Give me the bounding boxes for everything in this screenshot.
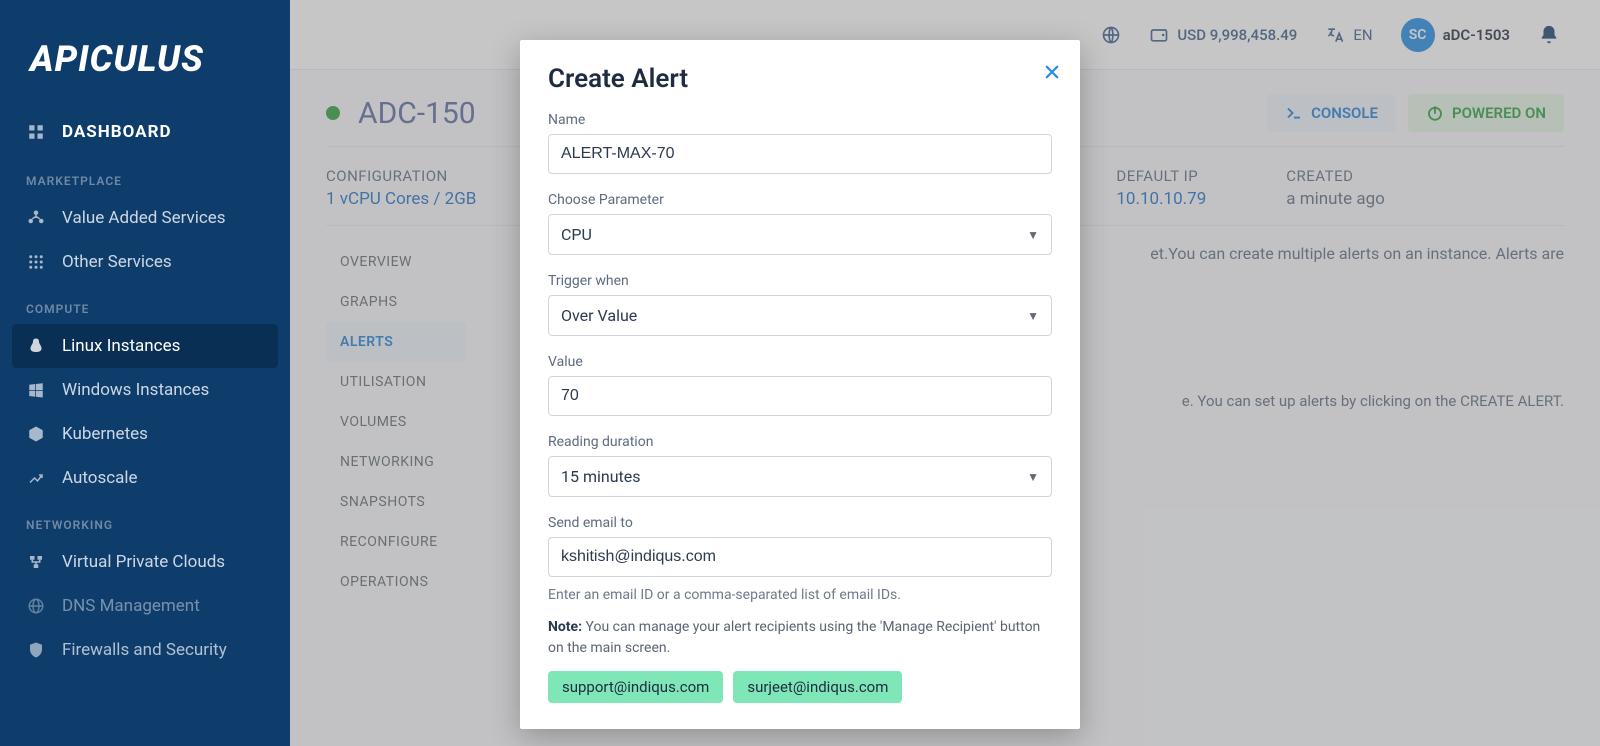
duration-value: 15 minutes xyxy=(561,467,641,486)
trigger-select[interactable]: Over Value ▼ xyxy=(548,295,1052,336)
recipient-chips: support@indiqus.com surjeet@indiqus.com xyxy=(548,671,1052,703)
email-helper: Enter an email ID or a comma-separated l… xyxy=(548,587,1052,603)
nav-autoscale-label: Autoscale xyxy=(62,468,138,488)
nav-kubernetes-label: Kubernetes xyxy=(62,424,148,444)
section-marketplace: MARKETPLACE xyxy=(0,156,290,196)
modal-close-button[interactable] xyxy=(1042,62,1062,88)
modal-title: Create Alert xyxy=(548,64,1052,94)
grid-icon xyxy=(26,252,46,272)
nav-vas[interactable]: Value Added Services xyxy=(0,196,290,240)
parameter-select[interactable]: CPU ▼ xyxy=(548,214,1052,255)
nav-dns-label: DNS Management xyxy=(62,596,200,616)
windows-icon xyxy=(26,380,46,400)
trigger-label: Trigger when xyxy=(548,273,1052,289)
nav-other-label: Other Services xyxy=(62,252,172,272)
network-icon xyxy=(26,552,46,572)
recipient-chip[interactable]: support@indiqus.com xyxy=(548,671,723,703)
email-label: Send email to xyxy=(548,515,1052,531)
parameter-label: Choose Parameter xyxy=(548,192,1052,208)
nav-dashboard-label: DASHBOARD xyxy=(62,122,172,142)
close-icon xyxy=(1042,62,1062,82)
email-input[interactable] xyxy=(548,537,1052,577)
nav-dns[interactable]: DNS Management xyxy=(0,584,290,628)
nav-linux-instances[interactable]: Linux Instances xyxy=(12,324,278,368)
nav-autoscale[interactable]: Autoscale xyxy=(0,456,290,500)
dashboard-icon xyxy=(26,122,46,142)
autoscale-icon xyxy=(26,468,46,488)
section-compute: COMPUTE xyxy=(0,284,290,324)
kubernetes-icon xyxy=(26,424,46,444)
chevron-down-icon: ▼ xyxy=(1027,470,1039,484)
nav-firewall-label: Firewalls and Security xyxy=(62,640,227,660)
parameter-value: CPU xyxy=(561,225,592,244)
nav-vas-label: Value Added Services xyxy=(62,208,226,228)
sidebar: APICULUS DASHBOARD MARKETPLACE Value Add… xyxy=(0,0,290,746)
chevron-down-icon: ▼ xyxy=(1027,228,1039,242)
create-alert-modal: Create Alert Name Choose Parameter CPU ▼… xyxy=(520,40,1080,729)
brand-logo: APICULUS xyxy=(0,20,290,108)
nav-vpc-label: Virtual Private Clouds xyxy=(62,552,225,572)
name-label: Name xyxy=(548,112,1052,128)
nav-vpc[interactable]: Virtual Private Clouds xyxy=(0,540,290,584)
name-input[interactable] xyxy=(548,134,1052,174)
note-text: Note: You can manage your alert recipien… xyxy=(548,617,1052,659)
nav-other[interactable]: Other Services xyxy=(0,240,290,284)
section-networking: NETWORKING xyxy=(0,500,290,540)
note-prefix: Note: xyxy=(548,619,582,635)
shield-icon xyxy=(26,640,46,660)
nav-dashboard[interactable]: DASHBOARD xyxy=(0,108,290,156)
nav-linux-label: Linux Instances xyxy=(62,336,180,356)
trigger-value: Over Value xyxy=(561,306,637,325)
linux-icon xyxy=(26,336,46,356)
nav-windows-instances[interactable]: Windows Instances xyxy=(0,368,290,412)
duration-select[interactable]: 15 minutes ▼ xyxy=(548,456,1052,497)
value-label: Value xyxy=(548,354,1052,370)
nav-kubernetes[interactable]: Kubernetes xyxy=(0,412,290,456)
nav-windows-label: Windows Instances xyxy=(62,380,209,400)
globe-icon xyxy=(26,596,46,616)
nav-firewall[interactable]: Firewalls and Security xyxy=(0,628,290,672)
puzzle-icon xyxy=(26,208,46,228)
recipient-chip[interactable]: surjeet@indiqus.com xyxy=(733,671,902,703)
duration-label: Reading duration xyxy=(548,434,1052,450)
value-input[interactable] xyxy=(548,376,1052,416)
brand-name: APICULUS xyxy=(30,38,204,80)
chevron-down-icon: ▼ xyxy=(1027,309,1039,323)
note-body: You can manage your alert recipients usi… xyxy=(548,619,1040,656)
